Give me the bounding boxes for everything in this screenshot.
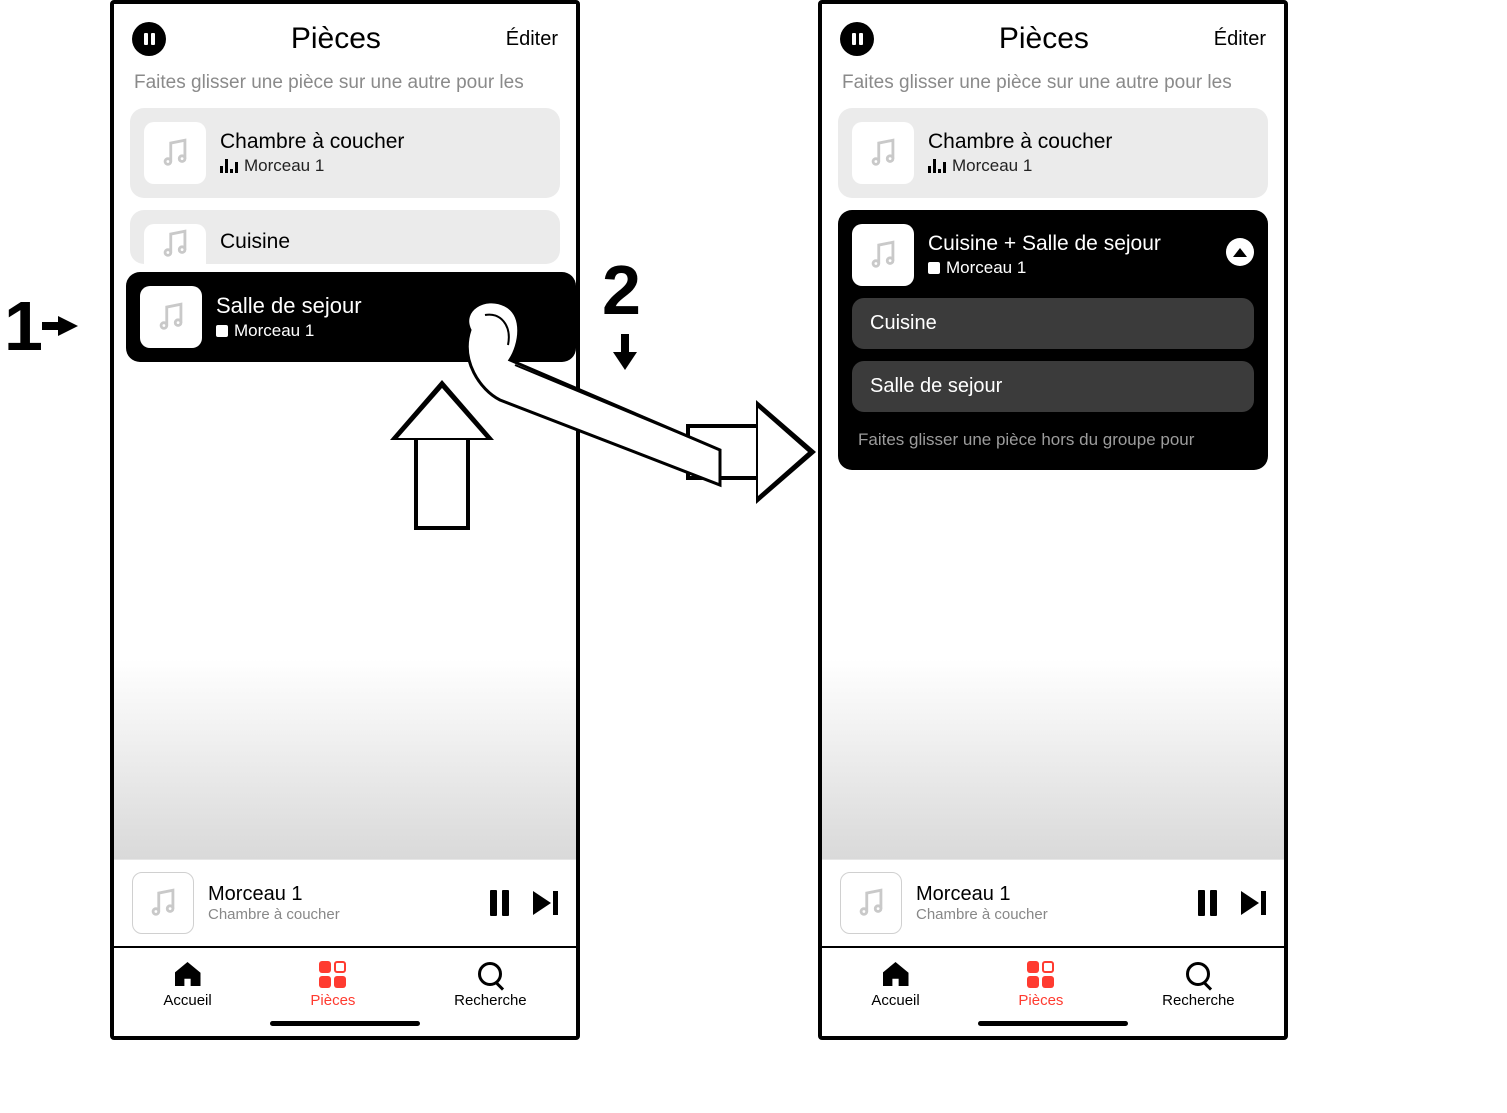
tab-label: Pièces [1018,992,1063,1009]
page-title: Pièces [291,22,381,56]
album-art-icon [144,122,206,184]
home-icon [175,962,201,986]
edit-button[interactable]: Éditer [506,28,558,51]
playback-controls [490,890,558,916]
room-info: Chambre à coucher Morceau 1 [220,130,404,176]
tab-bar: Accueil Pièces Recherche [114,948,576,1017]
track-name: Morceau 1 [946,258,1026,278]
group-name: Cuisine + Salle de sejour [928,232,1161,256]
edit-button[interactable]: Éditer [1214,28,1266,51]
tab-label: Recherche [454,992,527,1009]
pause-icon[interactable] [132,22,166,56]
now-playing-title: Morceau 1 [916,883,1048,906]
group-member-livingroom[interactable]: Salle de sejour [852,361,1254,412]
group-header: Cuisine + Salle de sejour Morceau 1 [852,224,1254,286]
drag-hint-text: Faites glisser une pièce sur une autre p… [114,66,576,108]
room-name: Chambre à coucher [220,130,404,154]
tab-label: Pièces [310,992,355,1009]
home-indicator[interactable] [270,1021,420,1026]
phone-screen-1: Pièces Éditer Faites glisser une pièce s… [110,0,580,1040]
tab-search[interactable]: Recherche [454,960,527,1009]
equalizer-icon [928,159,946,173]
now-playing-title: Morceau 1 [208,883,340,906]
now-playing-info: Morceau 1 Chambre à coucher [208,883,340,923]
album-art-icon [840,872,902,934]
room-name: Salle de sejour [216,293,362,319]
phone-screen-2: Pièces Éditer Faites glisser une pièce s… [818,0,1288,1040]
album-art-icon [852,224,914,286]
home-icon [883,962,909,986]
album-art-icon [144,224,206,264]
room-card-kitchen-partial[interactable]: Cuisine [130,210,560,264]
tab-rooms[interactable]: Pièces [310,960,355,1009]
bottom-fade [822,659,1284,859]
pause-button[interactable] [1198,890,1217,916]
room-info: Salle de sejour Morceau 1 [216,293,362,341]
room-group-card[interactable]: Cuisine + Salle de sejour Morceau 1 Cuis… [838,210,1268,470]
room-name: Cuisine [220,230,290,254]
equalizer-icon [220,159,238,173]
bottom-fade [114,659,576,859]
tab-bar: Accueil Pièces Recherche [822,948,1284,1017]
room-card-bedroom[interactable]: Chambre à coucher Morceau 1 [130,108,560,198]
tab-home[interactable]: Accueil [871,960,919,1009]
collapse-group-button[interactable] [1226,238,1254,266]
playback-controls [1198,890,1266,916]
arrow-right-icon [58,316,78,336]
now-playing-subtitle: Chambre à coucher [916,906,1048,923]
now-playing-subtitle: Chambre à coucher [208,906,340,923]
rooms-icon [1027,961,1054,988]
drag-hint-text: Faites glisser une pièce sur une autre p… [822,66,1284,108]
track-name: Morceau 1 [244,156,324,176]
page-title: Pièces [999,22,1089,56]
step-1-label: 1 [4,286,43,366]
album-art-icon [140,286,202,348]
home-indicator[interactable] [978,1021,1128,1026]
album-art-icon [132,872,194,934]
now-playing-info: Morceau 1 Chambre à coucher [916,883,1048,923]
tab-home[interactable]: Accueil [163,960,211,1009]
group-member-kitchen[interactable]: Cuisine [852,298,1254,349]
room-card-bedroom[interactable]: Chambre à coucher Morceau 1 [838,108,1268,198]
track-name: Morceau 1 [952,156,1032,176]
tab-label: Accueil [163,992,211,1009]
pause-button[interactable] [490,890,509,916]
pause-icon[interactable] [840,22,874,56]
stop-icon [928,262,940,274]
group-hint-text: Faites glisser une pièce hors du groupe … [852,412,1254,456]
finger-gesture-icon [430,290,730,490]
tab-label: Recherche [1162,992,1235,1009]
room-name: Chambre à coucher [928,130,1112,154]
next-track-button[interactable] [1241,891,1266,915]
room-info: Chambre à coucher Morceau 1 [928,130,1112,176]
header: Pièces Éditer [822,4,1284,66]
now-playing-bar[interactable]: Morceau 1 Chambre à coucher [822,859,1284,948]
search-icon [478,962,502,986]
tab-rooms[interactable]: Pièces [1018,960,1063,1009]
search-icon [1186,962,1210,986]
header: Pièces Éditer [114,4,576,66]
track-name: Morceau 1 [234,321,314,341]
stop-icon [216,325,228,337]
album-art-icon [852,122,914,184]
next-track-button[interactable] [533,891,558,915]
rooms-icon [319,961,346,988]
rooms-list[interactable]: Chambre à coucher Morceau 1 Cuisine + Sa… [822,108,1284,659]
tab-label: Accueil [871,992,919,1009]
now-playing-bar[interactable]: Morceau 1 Chambre à coucher [114,859,576,948]
tab-search[interactable]: Recherche [1162,960,1235,1009]
